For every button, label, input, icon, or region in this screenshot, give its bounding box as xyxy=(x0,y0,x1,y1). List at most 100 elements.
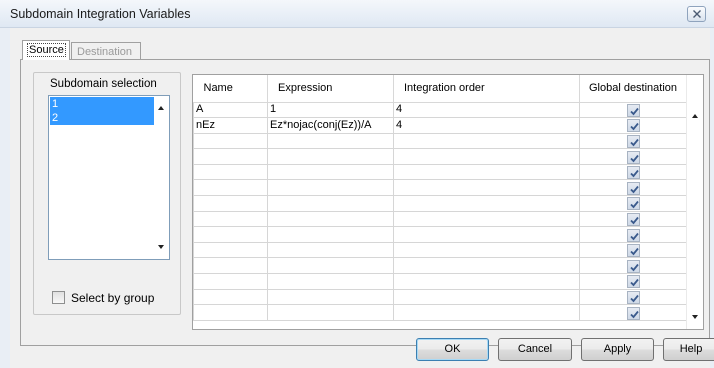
tab-source[interactable]: Source xyxy=(22,40,70,60)
list-item[interactable]: 2 xyxy=(50,111,155,125)
tab-source-label: Source xyxy=(27,43,66,57)
global-destination-cell[interactable] xyxy=(579,179,688,197)
subdomain-selection-group: Subdomain selection 1 2 Select by group xyxy=(33,72,181,315)
list-item[interactable]: 1 xyxy=(50,97,155,111)
listbox-scrollbar[interactable] xyxy=(154,96,169,259)
expression-cell[interactable] xyxy=(267,273,394,290)
scroll-up-icon[interactable] xyxy=(158,106,164,110)
select-by-group-checkbox[interactable]: Select by group xyxy=(52,290,172,306)
integration-order-cell[interactable] xyxy=(393,163,580,181)
name-cell[interactable]: A xyxy=(193,101,268,119)
global-destination-cell[interactable] xyxy=(579,226,688,243)
table-row xyxy=(193,148,688,165)
global-destination-checkbox[interactable] xyxy=(627,259,640,273)
expression-cell[interactable] xyxy=(267,195,394,212)
expression-cell[interactable]: 1 xyxy=(267,101,394,119)
scroll-down-icon[interactable] xyxy=(692,315,698,319)
global-destination-checkbox[interactable] xyxy=(627,166,640,180)
expression-cell[interactable] xyxy=(267,148,394,165)
name-cell[interactable] xyxy=(193,226,268,243)
integration-order-cell[interactable] xyxy=(393,226,580,243)
name-cell[interactable] xyxy=(193,210,268,228)
check-icon xyxy=(630,294,639,303)
integration-order-cell[interactable]: 4 xyxy=(393,101,580,119)
name-cell[interactable] xyxy=(193,304,268,321)
expression-cell[interactable] xyxy=(267,163,394,181)
variables-grid: Name Expression Integration order Global… xyxy=(192,74,704,330)
check-icon xyxy=(630,123,639,131)
global-destination-checkbox[interactable] xyxy=(627,181,640,195)
name-cell[interactable] xyxy=(193,132,268,150)
scroll-up-icon[interactable] xyxy=(692,114,698,118)
global-destination-checkbox[interactable] xyxy=(627,134,640,148)
global-destination-cell[interactable] xyxy=(579,257,688,275)
expression-cell[interactable] xyxy=(267,179,394,197)
integration-order-cell[interactable] xyxy=(393,304,580,321)
name-cell[interactable]: nEz xyxy=(193,117,268,134)
global-destination-checkbox[interactable] xyxy=(627,103,640,117)
column-header-global-destination[interactable]: Global destination xyxy=(579,75,688,103)
name-cell[interactable] xyxy=(193,148,268,165)
name-cell[interactable] xyxy=(193,195,268,212)
expression-cell[interactable] xyxy=(267,226,394,243)
expression-cell[interactable] xyxy=(267,132,394,150)
integration-order-cell[interactable] xyxy=(393,288,580,306)
integration-order-cell[interactable] xyxy=(393,148,580,165)
integration-order-cell[interactable] xyxy=(393,210,580,228)
scroll-down-icon[interactable] xyxy=(158,245,164,249)
integration-order-cell[interactable] xyxy=(393,241,580,259)
expression-cell[interactable] xyxy=(267,304,394,321)
global-destination-cell[interactable] xyxy=(579,210,688,228)
global-destination-cell[interactable] xyxy=(579,163,688,181)
table-row xyxy=(193,226,688,243)
expression-cell[interactable]: Ez*nojac(conj(Ez))/A xyxy=(267,117,394,134)
integration-order-cell[interactable]: 4 xyxy=(393,117,580,134)
global-destination-checkbox[interactable] xyxy=(627,228,640,242)
global-destination-checkbox[interactable] xyxy=(627,306,640,320)
global-destination-cell[interactable] xyxy=(579,241,688,259)
expression-cell[interactable] xyxy=(267,241,394,259)
expression-cell[interactable] xyxy=(267,210,394,228)
name-cell[interactable] xyxy=(193,163,268,181)
table-header: Name Expression Integration order Global… xyxy=(193,75,688,103)
expression-cell[interactable] xyxy=(267,257,394,275)
name-cell[interactable] xyxy=(193,288,268,306)
integration-order-cell[interactable] xyxy=(393,132,580,150)
global-destination-cell[interactable] xyxy=(579,304,688,321)
global-destination-cell[interactable] xyxy=(579,101,688,119)
integration-order-cell[interactable] xyxy=(393,273,580,290)
ok-button[interactable]: OK xyxy=(416,338,489,361)
column-header-name[interactable]: Name xyxy=(193,75,268,103)
cancel-button[interactable]: Cancel xyxy=(498,338,572,361)
name-cell[interactable] xyxy=(193,273,268,290)
column-header-expression[interactable]: Expression xyxy=(267,75,394,103)
name-cell[interactable] xyxy=(193,241,268,259)
global-destination-cell[interactable] xyxy=(579,273,688,290)
integration-order-cell[interactable] xyxy=(393,179,580,197)
expression-cell[interactable] xyxy=(267,288,394,306)
name-cell[interactable] xyxy=(193,179,268,197)
global-destination-checkbox[interactable] xyxy=(627,212,640,226)
global-destination-checkbox[interactable] xyxy=(627,244,640,258)
global-destination-cell[interactable] xyxy=(579,288,688,306)
global-destination-checkbox[interactable] xyxy=(627,197,640,211)
close-button[interactable] xyxy=(687,6,706,22)
help-button[interactable]: Help xyxy=(663,338,714,361)
global-destination-cell[interactable] xyxy=(579,132,688,150)
checkbox-icon[interactable] xyxy=(52,291,65,304)
apply-button[interactable]: Apply xyxy=(581,338,654,361)
table-row xyxy=(193,273,688,290)
subdomain-listbox[interactable]: 1 2 xyxy=(48,95,170,260)
column-header-integration-order[interactable]: Integration order xyxy=(393,75,580,103)
integration-order-cell[interactable] xyxy=(393,195,580,212)
global-destination-cell[interactable] xyxy=(579,195,688,212)
name-cell[interactable] xyxy=(193,257,268,275)
global-destination-checkbox[interactable] xyxy=(627,275,640,289)
global-destination-checkbox[interactable] xyxy=(627,119,640,133)
integration-order-cell[interactable] xyxy=(393,257,580,275)
grid-scrollbar[interactable] xyxy=(686,75,703,329)
global-destination-cell[interactable] xyxy=(579,117,688,134)
global-destination-checkbox[interactable] xyxy=(627,290,640,304)
global-destination-checkbox[interactable] xyxy=(627,150,640,164)
global-destination-cell[interactable] xyxy=(579,148,688,165)
